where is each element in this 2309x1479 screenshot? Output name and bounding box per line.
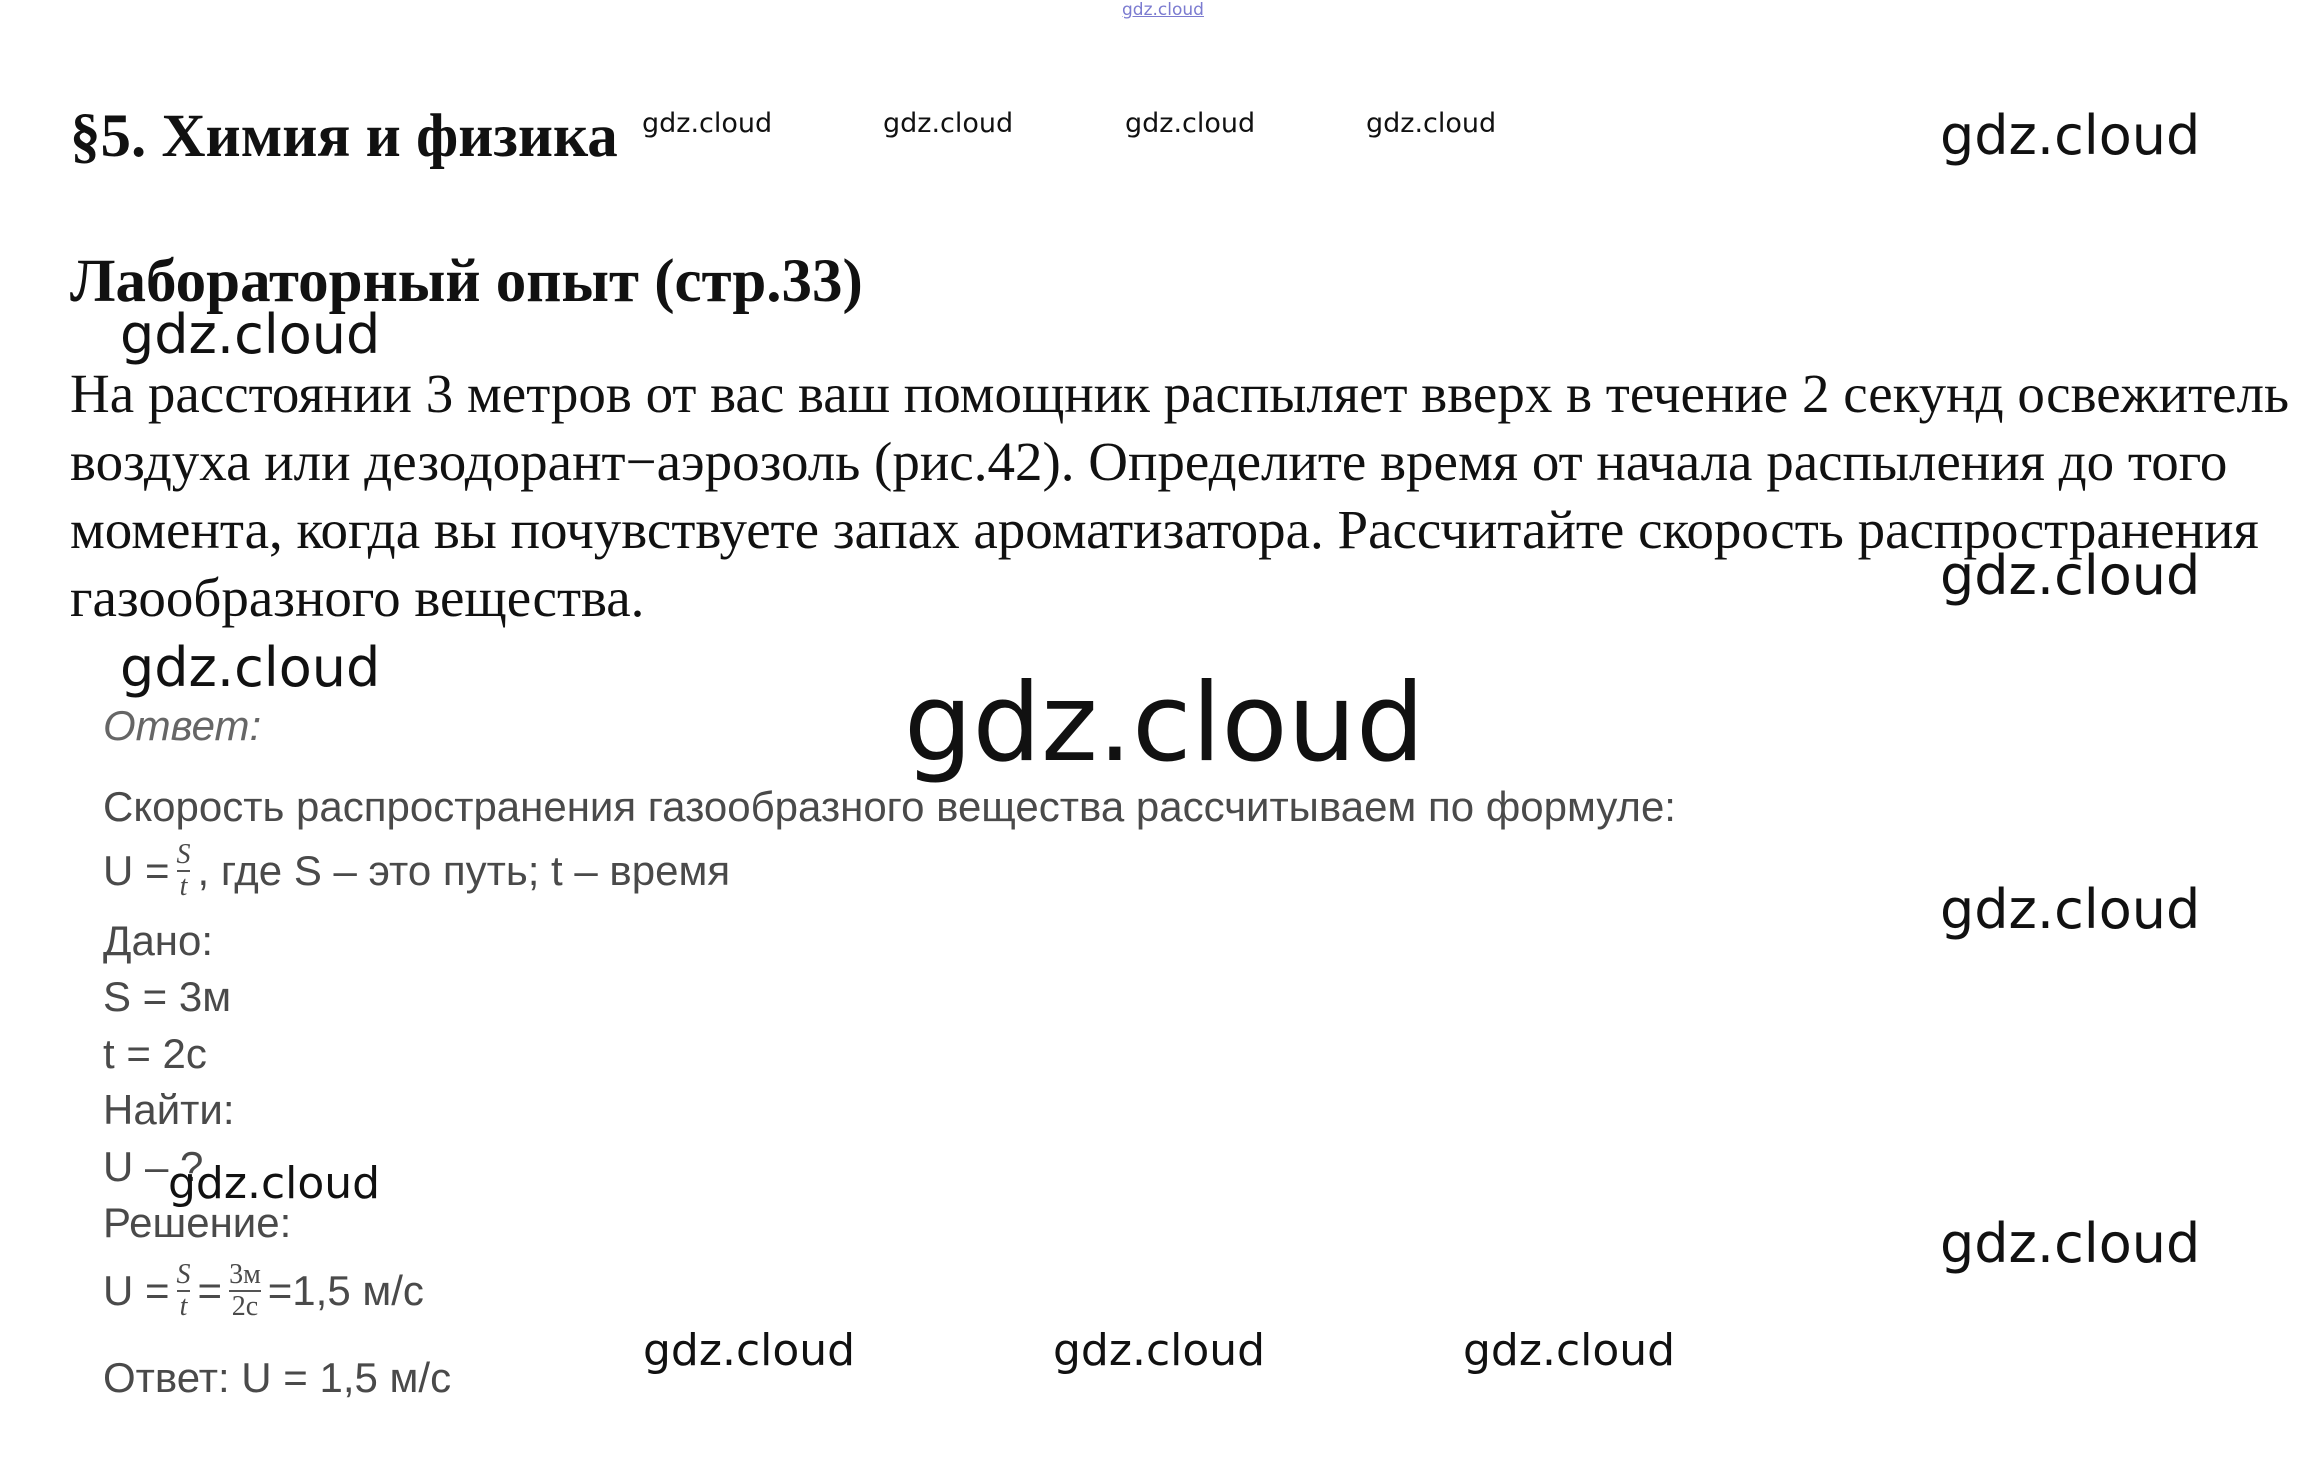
watermark-medium: gdz.cloud — [1940, 544, 2201, 607]
watermark-top-tiny: gdz.cloud — [1122, 0, 1204, 20]
given-s: S = 3м — [103, 973, 232, 1020]
solution-lhs: U = — [103, 1267, 170, 1314]
watermark-small: gdz.cloud — [1125, 108, 1256, 139]
watermark-medium: gdz.cloud — [1940, 878, 2201, 941]
solution-numerator-1: S — [176, 1259, 191, 1290]
formula-numerator: S — [176, 839, 191, 870]
watermark-medium: gdz.cloud — [1463, 1325, 1676, 1376]
given-label: Дано: — [103, 917, 214, 964]
solution-fraction-1: S t — [174, 1260, 194, 1322]
watermark-medium: gdz.cloud — [120, 303, 381, 366]
formula-line: U = S t , где S – это путь; t – время — [103, 840, 730, 902]
answer-intro: Скорость распространения газообразного в… — [103, 783, 1676, 830]
watermark-medium: gdz.cloud — [168, 1158, 381, 1209]
formula-denominator: t — [176, 870, 191, 902]
watermark-medium: gdz.cloud — [1053, 1325, 1266, 1376]
formula-fraction: S t — [174, 840, 194, 902]
watermark-medium: gdz.cloud — [1940, 104, 2201, 167]
solution-result: =1,5 м/с — [267, 1267, 424, 1314]
solution-denominator-1: t — [176, 1290, 191, 1322]
answer-label: Ответ: — [103, 702, 262, 749]
solution-fraction-2: 3м 2с — [226, 1260, 264, 1322]
section-title: §5. Химия и физика — [70, 103, 618, 170]
watermark-medium: gdz.cloud — [1940, 1212, 2201, 1275]
watermark-medium: gdz.cloud — [643, 1325, 856, 1376]
watermark-medium: gdz.cloud — [120, 636, 381, 699]
watermark-small: gdz.cloud — [1366, 108, 1497, 139]
given-t: t = 2с — [103, 1030, 207, 1077]
formula-rest: , где S – это путь; t – время — [197, 847, 731, 894]
solution-equals: = — [197, 1267, 223, 1314]
watermark-large: gdz.cloud — [904, 661, 1425, 786]
formula-lhs: U = — [103, 847, 170, 894]
watermark-small: gdz.cloud — [642, 108, 773, 139]
final-answer: Ответ: U = 1,5 м/с — [103, 1354, 452, 1401]
solution-denominator-2: 2с — [228, 1290, 262, 1322]
solution-numerator-2: 3м — [229, 1259, 261, 1290]
solution-line: U = S t = 3м 2с =1,5 м/с — [103, 1260, 424, 1322]
find-label: Найти: — [103, 1086, 235, 1133]
watermark-small: gdz.cloud — [883, 108, 1014, 139]
